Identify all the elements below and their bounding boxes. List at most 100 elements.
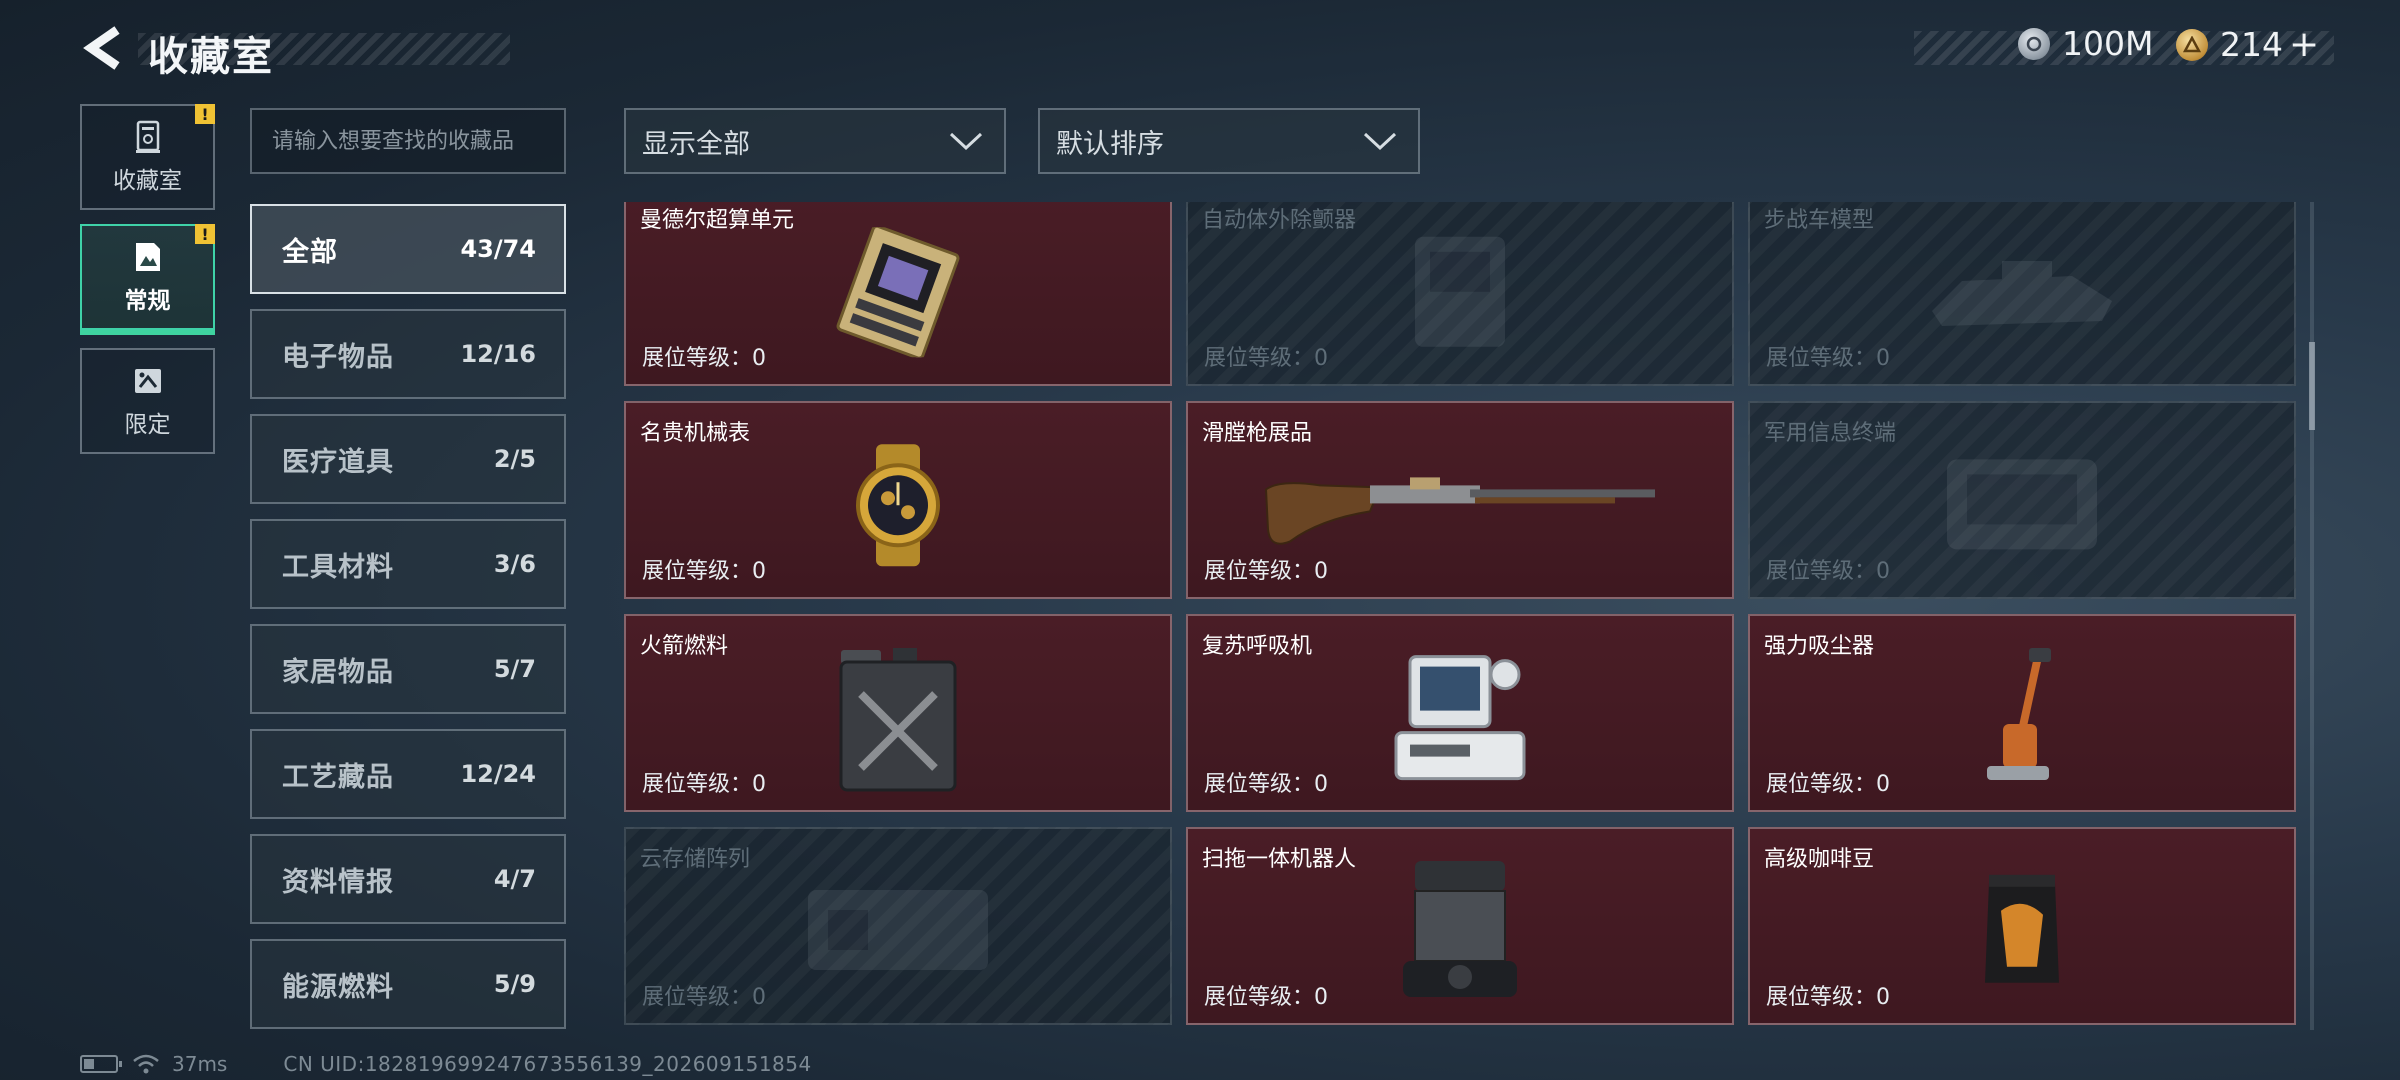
category-name: 工艺藏品 xyxy=(282,761,394,793)
category-count: 12/16 xyxy=(460,340,536,368)
category-count: 5/7 xyxy=(493,655,536,683)
category-intel[interactable]: 资料情报 4/7 xyxy=(250,834,566,924)
battery-icon xyxy=(80,1055,122,1073)
category-name: 工具材料 xyxy=(282,551,394,583)
item-card[interactable]: 复苏呼吸机 展位等级：0 xyxy=(1186,614,1734,812)
category-count: 2/5 xyxy=(493,445,536,473)
display-level: 展位等级：0 xyxy=(1766,346,1891,371)
category-count: 3/6 xyxy=(493,550,536,578)
item-name: 火箭燃料 xyxy=(640,634,729,659)
item-name: 滑膛枪展品 xyxy=(1202,421,1313,446)
display-level: 展位等级：0 xyxy=(1204,559,1329,584)
search-input[interactable] xyxy=(250,108,566,174)
display-level: 展位等级：0 xyxy=(1766,985,1891,1010)
item-name: 军用信息终端 xyxy=(1764,421,1897,446)
collection-grid: 曼德尔超算单元 展位等级：0 自动体外除颤器 展位等级：0 步战车模型 展位等级… xyxy=(624,202,2298,1030)
item-name: 自动体外除颤器 xyxy=(1202,208,1357,233)
back-button[interactable] xyxy=(78,22,128,74)
filter-dropdown[interactable]: 显示全部 xyxy=(624,108,1006,174)
display-level: 展位等级：0 xyxy=(1204,346,1329,371)
sort-value: 默认排序 xyxy=(1056,128,1164,160)
side-tab-limited[interactable]: 限定 xyxy=(80,348,215,454)
display-level: 展位等级：0 xyxy=(642,559,767,584)
filter-value: 显示全部 xyxy=(642,128,750,160)
wifi-icon xyxy=(133,1054,159,1074)
category-energy[interactable]: 能源燃料 5/9 xyxy=(250,939,566,1029)
gold-coin-icon xyxy=(2176,28,2208,61)
category-name: 家居物品 xyxy=(282,656,394,688)
item-name: 扫拖一体机器人 xyxy=(1202,847,1357,872)
item-name: 步战车模型 xyxy=(1764,208,1875,233)
side-tab-collection-room[interactable]: ! 收藏室 xyxy=(80,104,215,210)
silver-amount: 100M xyxy=(2062,24,2154,63)
item-name: 名贵机械表 xyxy=(640,421,751,446)
item-name: 曼德尔超算单元 xyxy=(640,208,795,233)
uid-text: CN UID:182819699247673556139_20260915185… xyxy=(283,1052,812,1076)
side-tab-label: 常规 xyxy=(124,288,171,314)
vacuum-cleaner-icon xyxy=(1987,648,2051,780)
item-card[interactable]: 火箭燃料 展位等级：0 xyxy=(624,614,1172,812)
category-electronics[interactable]: 电子物品 12/16 xyxy=(250,309,566,399)
defibrillator-icon xyxy=(1415,236,1505,347)
display-level: 展位等级：0 xyxy=(1204,772,1329,797)
display-level: 展位等级：0 xyxy=(1766,772,1891,797)
category-count: 12/24 xyxy=(460,760,536,788)
category-count: 4/7 xyxy=(493,865,536,893)
item-card[interactable]: 步战车模型 展位等级：0 xyxy=(1748,202,2296,386)
status-bar: 37ms CN UID:182819699247673556139_202609… xyxy=(80,1052,812,1076)
grid-scrollbar[interactable] xyxy=(2310,202,2314,1030)
item-card[interactable]: 高级咖啡豆 展位等级：0 xyxy=(1748,827,2296,1025)
side-tab-regular[interactable]: ! 常规 xyxy=(80,224,215,335)
back-arrow-icon xyxy=(83,26,120,70)
category-count: 43/74 xyxy=(460,235,536,263)
robot-mop-icon xyxy=(1403,861,1517,997)
category-household[interactable]: 家居物品 5/7 xyxy=(250,624,566,714)
storage-array-icon xyxy=(808,890,988,970)
category-medical[interactable]: 医疗道具 2/5 xyxy=(250,414,566,504)
item-name: 复苏呼吸机 xyxy=(1202,634,1313,659)
picture-icon xyxy=(135,243,160,271)
alert-badge: ! xyxy=(195,224,215,244)
display-level: 展位等级：0 xyxy=(1766,559,1891,584)
item-card[interactable]: 名贵机械表 展位等级：0 xyxy=(624,401,1172,599)
item-name: 高级咖啡豆 xyxy=(1764,847,1875,872)
military-terminal-icon xyxy=(1947,459,2097,550)
item-card[interactable]: 自动体外除颤器 展位等级：0 xyxy=(1186,202,1734,386)
gold-amount: 214 xyxy=(2220,25,2283,64)
coffee-bag-icon xyxy=(1985,874,2059,983)
chevron-down-icon xyxy=(949,132,983,151)
item-card[interactable]: 军用信息终端 展位等级：0 xyxy=(1748,401,2296,599)
add-currency-button[interactable]: + xyxy=(2289,24,2319,65)
side-tab-label: 限定 xyxy=(124,412,171,438)
category-all[interactable]: 全部 43/74 xyxy=(250,204,566,294)
category-name: 电子物品 xyxy=(282,341,394,373)
silver-coin-icon xyxy=(2018,27,2050,60)
category-name: 能源燃料 xyxy=(282,971,394,1003)
item-card[interactable]: 曼德尔超算单元 展位等级：0 xyxy=(624,202,1172,386)
item-card[interactable]: 扫拖一体机器人 展位等级：0 xyxy=(1186,827,1734,1025)
category-count: 5/9 xyxy=(493,970,536,998)
category-name: 资料情报 xyxy=(282,866,394,898)
item-card[interactable]: 强力吸尘器 展位等级：0 xyxy=(1748,614,2296,812)
display-level: 展位等级：0 xyxy=(642,772,767,797)
side-tab-label: 收藏室 xyxy=(113,168,182,194)
display-level: 展位等级：0 xyxy=(642,346,767,371)
ventilator-icon xyxy=(1394,655,1526,781)
sort-dropdown[interactable]: 默认排序 xyxy=(1038,108,1420,174)
category-name: 全部 xyxy=(282,236,338,268)
item-name: 强力吸尘器 xyxy=(1764,634,1875,659)
trophy-case-icon xyxy=(135,120,160,153)
display-level: 展位等级：0 xyxy=(1204,985,1329,1010)
item-card[interactable]: 滑膛枪展品 展位等级：0 xyxy=(1186,401,1734,599)
scrollbar-thumb[interactable] xyxy=(2309,342,2315,430)
silver-currency: 100M xyxy=(2018,24,2153,63)
ping-text: 37ms xyxy=(172,1052,228,1076)
category-tools[interactable]: 工具材料 3/6 xyxy=(250,519,566,609)
category-crafts[interactable]: 工艺藏品 12/24 xyxy=(250,729,566,819)
fuel-jerrycan-icon xyxy=(839,648,957,792)
page-title: 收藏室 xyxy=(148,34,274,80)
category-name: 医疗道具 xyxy=(282,446,394,478)
musket-icon xyxy=(1264,477,1655,545)
item-card[interactable]: 云存储阵列 展位等级：0 xyxy=(624,827,1172,1025)
supercomputer-chip-icon xyxy=(836,227,960,358)
